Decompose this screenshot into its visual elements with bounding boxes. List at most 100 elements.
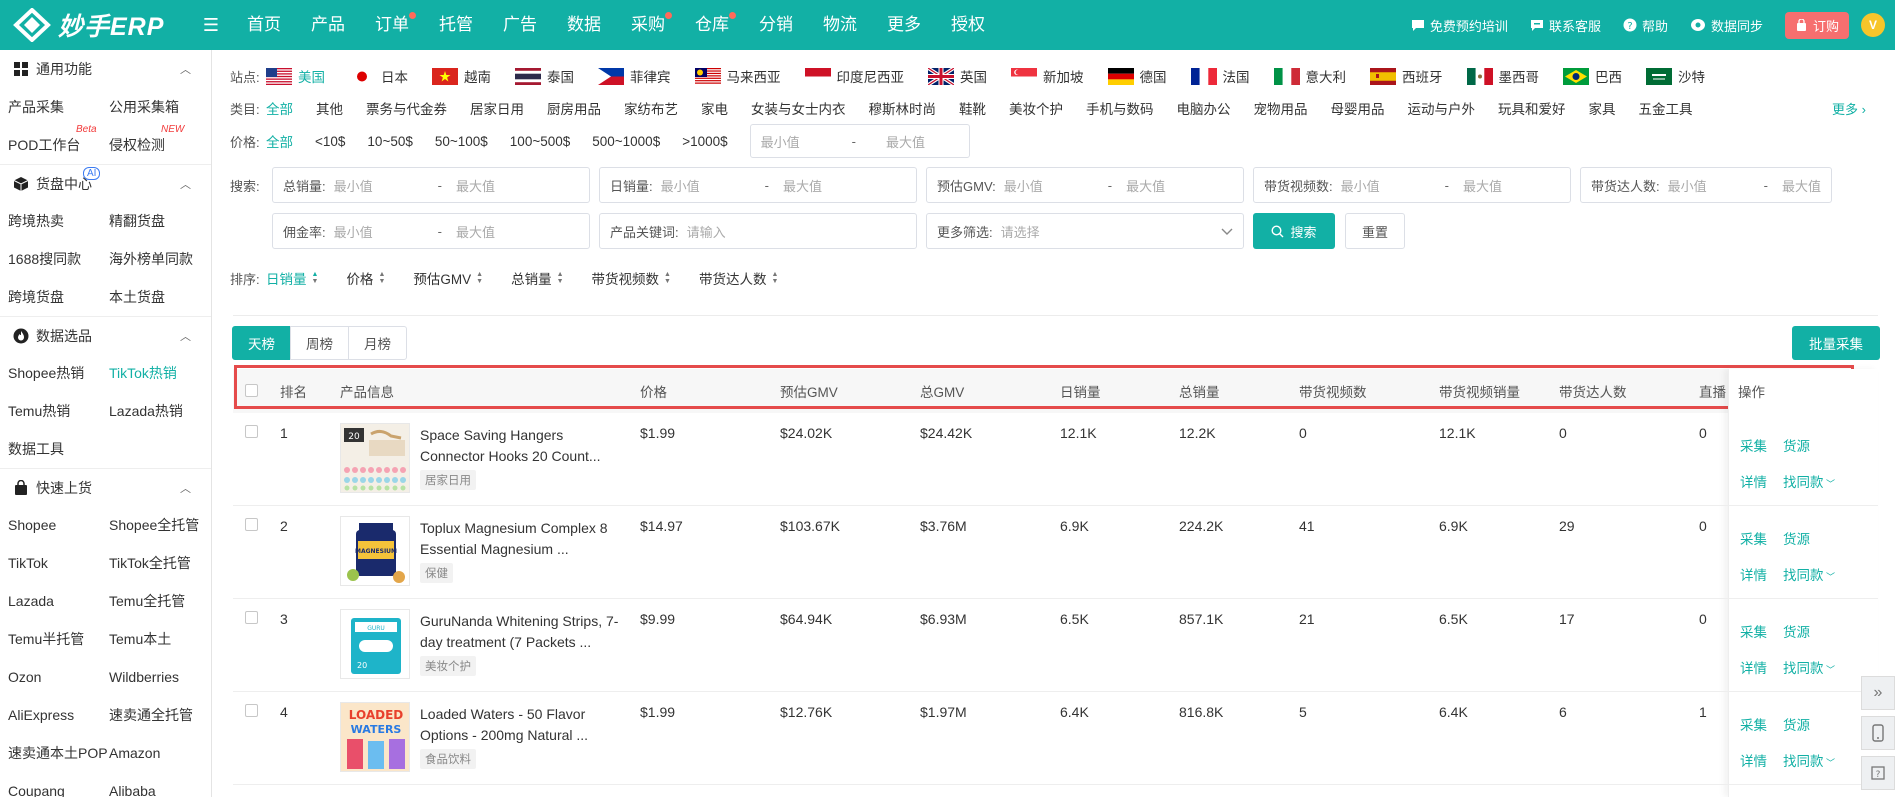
nav-item[interactable]: 仓库	[680, 0, 744, 50]
training-link[interactable]: 免费预约培训	[1411, 16, 1508, 35]
source-link[interactable]: 货源	[1783, 435, 1810, 455]
chevron-up-icon[interactable]: ︿	[180, 176, 191, 192]
order-button[interactable]: 订购	[1784, 11, 1849, 39]
sidebar-item[interactable]: POD工作台 Beta	[8, 124, 109, 164]
detail-link[interactable]: 详情	[1740, 657, 1767, 677]
site-option-id[interactable]: 印度尼西亚	[804, 66, 904, 86]
row-checkbox[interactable]	[245, 704, 258, 717]
search-range-input[interactable]: 佣金率: 最小值 - 最大值	[272, 213, 590, 249]
product-title[interactable]: Loaded Waters - 50 Flavor Options - 200m…	[420, 704, 620, 746]
price-option[interactable]: >1000$	[682, 134, 727, 149]
product-title[interactable]: Space Saving Hangers Connector Hooks 20 …	[420, 425, 620, 467]
sync-link[interactable]: 数据同步	[1690, 16, 1763, 35]
row-checkbox[interactable]	[245, 611, 258, 624]
search-range-input[interactable]: 带货达人数: 最小值 - 最大值	[1580, 167, 1832, 203]
sort-option[interactable]: 预估GMV ▲ ▼	[413, 268, 483, 288]
collect-link[interactable]: 采集	[1740, 528, 1767, 548]
category-option[interactable]: 家电	[701, 98, 728, 118]
chevron-up-icon[interactable]: ︿	[180, 480, 191, 496]
sidebar-item[interactable]: Lazada	[8, 582, 109, 620]
category-option[interactable]: 家纺布艺	[624, 98, 678, 118]
sidebar-item[interactable]: 速卖通全托管	[109, 696, 211, 734]
sidebar-item[interactable]: AliExpress	[8, 696, 109, 734]
sidebar-item[interactable]: Lazada热销	[109, 392, 211, 430]
sidebar-item[interactable]: 公用采集箱	[109, 88, 211, 126]
nav-item[interactable]: 采购	[616, 0, 680, 50]
help-link[interactable]: ? 帮助	[1623, 16, 1668, 35]
nav-item[interactable]: 订单	[360, 0, 424, 50]
search-range-input[interactable]: 带货视频数: 最小值 - 最大值	[1253, 167, 1571, 203]
sidebar-item[interactable]: Amazon	[109, 734, 211, 772]
logo[interactable]: 妙手ERP	[12, 7, 192, 43]
sidebar-item[interactable]: Temu全托管	[109, 582, 211, 620]
price-option[interactable]: 100~500$	[510, 134, 570, 149]
detail-link[interactable]: 详情	[1740, 471, 1767, 491]
sidebar-item[interactable]: Coupang	[8, 772, 109, 797]
mobile-icon[interactable]	[1861, 716, 1895, 750]
site-option-gb[interactable]: 英国	[928, 66, 987, 86]
sort-option[interactable]: 带货视频数 ▲ ▼	[592, 268, 671, 288]
sort-option[interactable]: 总销量 ▲ ▼	[511, 268, 563, 288]
similar-link[interactable]: 找同款 ﹀	[1783, 657, 1835, 677]
sidebar-item[interactable]: Shopee全托管	[109, 506, 211, 544]
nav-item[interactable]: 托管	[424, 0, 488, 50]
source-link[interactable]: 货源	[1783, 714, 1810, 734]
category-option[interactable]: 居家日用	[470, 98, 524, 118]
more-filter-select[interactable]: 更多筛选: 请选择	[926, 213, 1244, 249]
category-option[interactable]: 鞋靴	[959, 98, 986, 118]
chevron-up-icon[interactable]: ︿	[180, 328, 191, 344]
site-option-br[interactable]: 巴西	[1563, 66, 1622, 86]
batch-collect-button[interactable]: 批量采集	[1792, 326, 1880, 360]
nav-item[interactable]: 分销	[744, 0, 808, 50]
row-checkbox[interactable]	[245, 425, 258, 438]
category-option[interactable]: 票务与代金券	[366, 98, 447, 118]
feedback-icon[interactable]: ?	[1861, 756, 1895, 790]
more-categories-link[interactable]: 更多 ›	[1832, 99, 1866, 118]
tab-2[interactable]: 月榜	[348, 326, 407, 360]
category-option[interactable]: 电脑办公	[1177, 98, 1231, 118]
nav-item[interactable]: 物流	[808, 0, 872, 50]
site-option-ph[interactable]: 菲律宾	[598, 66, 671, 86]
sidebar-item[interactable]: 精翻货盘	[109, 202, 211, 240]
sidebar-item[interactable]: 产品采集	[8, 88, 109, 126]
collect-link[interactable]: 采集	[1740, 435, 1767, 455]
tab-1[interactable]: 周榜	[290, 326, 349, 360]
category-option[interactable]: 厨房用品	[547, 98, 601, 118]
product-image[interactable]: GURU 20	[340, 609, 410, 679]
site-option-jp[interactable]: 日本	[349, 66, 408, 86]
site-option-vn[interactable]: 越南	[432, 66, 491, 86]
site-option-it[interactable]: 意大利	[1273, 66, 1346, 86]
product-image[interactable]: MAGNESIUM	[340, 516, 410, 586]
source-link[interactable]: 货源	[1783, 621, 1810, 641]
similar-link[interactable]: 找同款 ﹀	[1783, 471, 1835, 491]
sidebar-item[interactable]: Shopee热销	[8, 354, 109, 392]
nav-item[interactable]: 首页	[232, 0, 296, 50]
sidebar-item[interactable]: 速卖通本土POP	[8, 734, 109, 772]
sidebar-item[interactable]: Ozon	[8, 658, 109, 696]
category-option[interactable]: 穆斯林时尚	[869, 98, 937, 118]
sidebar-item[interactable]: Shopee	[8, 506, 109, 544]
site-option-es[interactable]: 西班牙	[1370, 66, 1443, 86]
collapse-panel-icon[interactable]: »	[1861, 676, 1895, 710]
site-option-mx[interactable]: 墨西哥	[1466, 66, 1539, 86]
price-option[interactable]: 50~100$	[435, 134, 488, 149]
sidebar-item[interactable]: 跨境热卖	[8, 202, 109, 240]
similar-link[interactable]: 找同款 ﹀	[1783, 564, 1835, 584]
sort-option[interactable]: 价格 ▲ ▼	[346, 268, 385, 288]
category-option[interactable]: 美妆个护	[1009, 98, 1063, 118]
category-option[interactable]: 母婴用品	[1331, 98, 1385, 118]
product-title[interactable]: GuruNanda Whitening Strips, 7-day treatm…	[420, 611, 620, 653]
category-option[interactable]: 五金工具	[1639, 98, 1693, 118]
site-option-sa[interactable]: 沙特	[1646, 66, 1705, 86]
sidebar-section-1[interactable]: 货盘中心 AI ︿	[0, 164, 211, 202]
price-option[interactable]: 500~1000$	[592, 134, 660, 149]
sidebar-item[interactable]: Temu半托管	[8, 620, 109, 658]
avatar[interactable]: V	[1861, 13, 1885, 37]
sidebar-item[interactable]: TikTok热销	[109, 354, 211, 392]
nav-item[interactable]: 数据	[552, 0, 616, 50]
price-range-input[interactable]: 最小值 - 最大值	[749, 124, 970, 158]
menu-toggle-icon[interactable]: ☰	[198, 15, 224, 36]
nav-item[interactable]: 更多	[872, 0, 936, 50]
sort-option[interactable]: 日销量 ▲ ▼	[266, 268, 318, 288]
category-option[interactable]: 女装与女士内衣	[751, 98, 846, 118]
